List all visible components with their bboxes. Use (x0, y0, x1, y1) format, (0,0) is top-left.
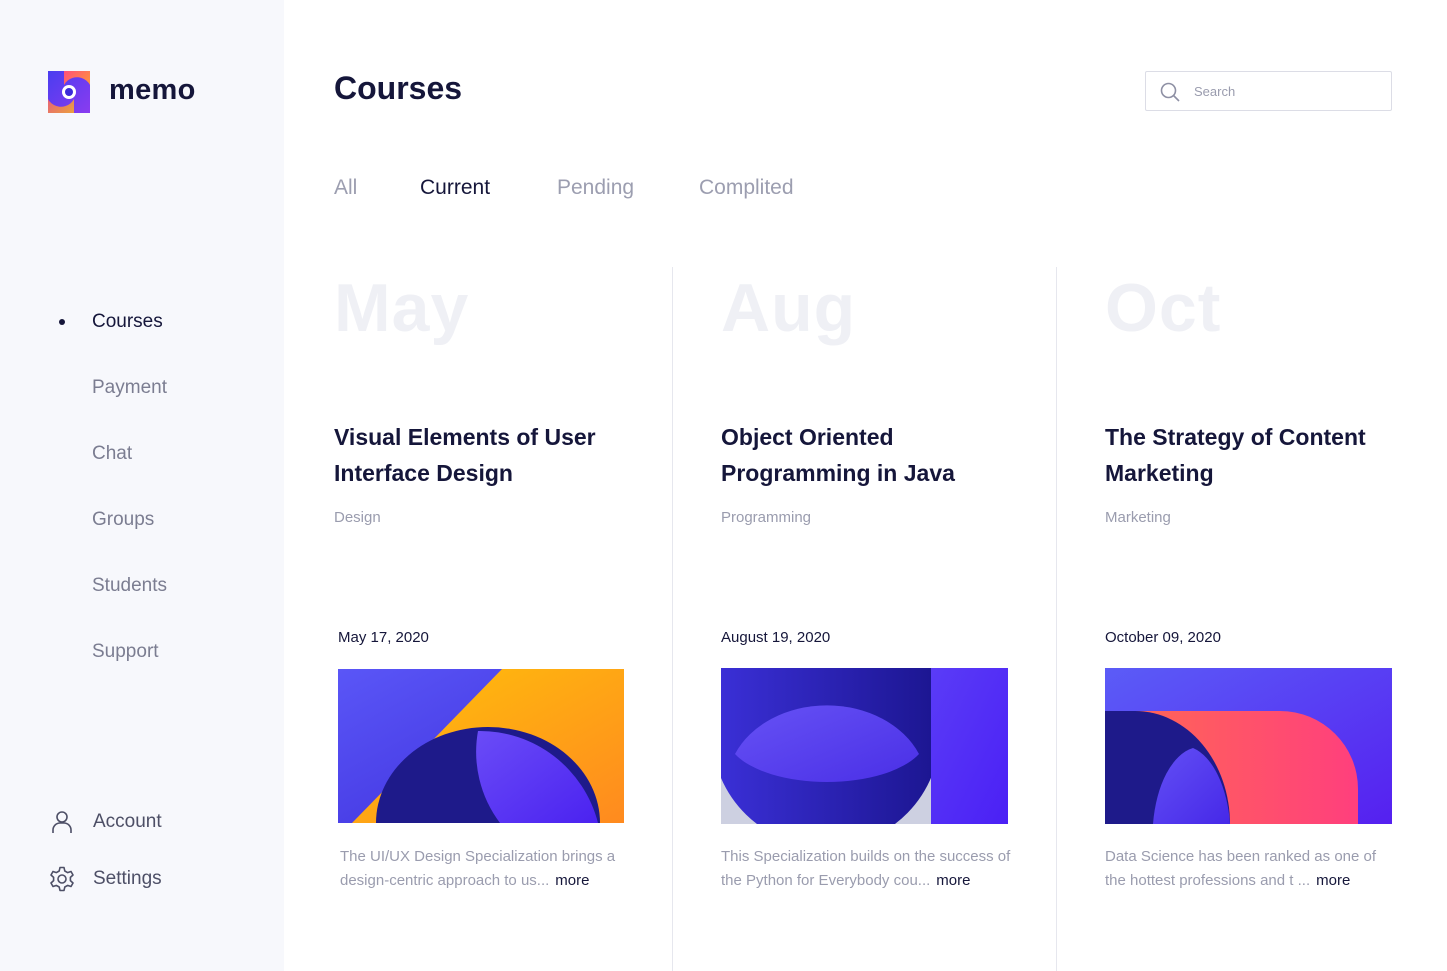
course-date: May 17, 2020 (338, 629, 429, 646)
sidebar-item-label: Groups (92, 509, 155, 530)
more-link[interactable]: more (1316, 872, 1350, 889)
tab-current[interactable]: Current (420, 176, 490, 200)
course-thumbnail[interactable] (1105, 668, 1392, 824)
sidebar-item-label: Chat (92, 443, 133, 464)
course-category: Design (334, 509, 381, 526)
search-icon (1160, 82, 1180, 102)
sidebar-item-chat[interactable]: Chat (0, 432, 284, 498)
course-title[interactable]: Visual Elements of User Interface Design (334, 419, 624, 491)
more-link[interactable]: more (555, 872, 589, 889)
sidebar-bottom-nav: Account Settings (0, 800, 284, 914)
sidebar-item-label: Support (92, 641, 159, 662)
course-date: October 09, 2020 (1105, 629, 1221, 646)
course-thumbnail[interactable] (721, 668, 1008, 824)
user-icon (52, 811, 72, 833)
gear-icon (50, 866, 74, 892)
search-box[interactable] (1145, 71, 1392, 111)
page-title: Courses (334, 70, 463, 106)
tab-pending[interactable]: Pending (557, 176, 634, 200)
course-category: Marketing (1105, 509, 1171, 526)
course-description: This Specialization builds on the succes… (721, 845, 1011, 893)
sidebar-item-courses[interactable]: Courses (0, 300, 284, 366)
sidebar: memo Courses Payment Chat Groups Student… (0, 0, 284, 971)
course-month: May (334, 270, 470, 346)
more-link[interactable]: more (936, 872, 970, 889)
search-input[interactable] (1194, 80, 1384, 102)
course-title[interactable]: The Strategy of Content Marketing (1105, 419, 1395, 491)
sidebar-item-label: Students (92, 575, 167, 596)
course-card[interactable]: Aug Object Oriented Programming in Java … (672, 267, 1056, 971)
sidebar-item-settings[interactable]: Settings (0, 857, 284, 914)
course-thumbnail[interactable] (338, 669, 624, 823)
sidebar-item-students[interactable]: Students (0, 564, 284, 630)
sidebar-item-label: Account (93, 811, 162, 832)
sidebar-item-payment[interactable]: Payment (0, 366, 284, 432)
course-date: August 19, 2020 (721, 629, 831, 646)
tab-all[interactable]: All (334, 176, 357, 200)
tab-complited[interactable]: Complited (699, 176, 794, 200)
course-title[interactable]: Object Oriented Programming in Java (721, 419, 1011, 491)
sidebar-item-label: Settings (93, 868, 162, 889)
course-month: Oct (1105, 270, 1222, 346)
sidebar-item-groups[interactable]: Groups (0, 498, 284, 564)
course-description: The UI/UX Design Specialization brings a… (340, 845, 630, 893)
course-month: Aug (721, 270, 857, 346)
sidebar-item-label: Payment (92, 377, 167, 398)
course-card[interactable]: Oct The Strategy of Content Marketing Ma… (1056, 267, 1447, 971)
course-card[interactable]: May Visual Elements of User Interface De… (334, 267, 672, 971)
active-indicator (59, 319, 65, 325)
sidebar-item-support[interactable]: Support (0, 630, 284, 696)
sidebar-item-label: Courses (92, 311, 163, 332)
sidebar-nav: Courses Payment Chat Groups Students Sup… (0, 300, 284, 696)
sidebar-item-account[interactable]: Account (0, 800, 284, 857)
course-description: Data Science has been ranked as one of t… (1105, 845, 1395, 893)
memo-logo-icon[interactable] (48, 71, 90, 113)
brand-name: memo (109, 74, 196, 106)
course-category: Programming (721, 509, 812, 526)
